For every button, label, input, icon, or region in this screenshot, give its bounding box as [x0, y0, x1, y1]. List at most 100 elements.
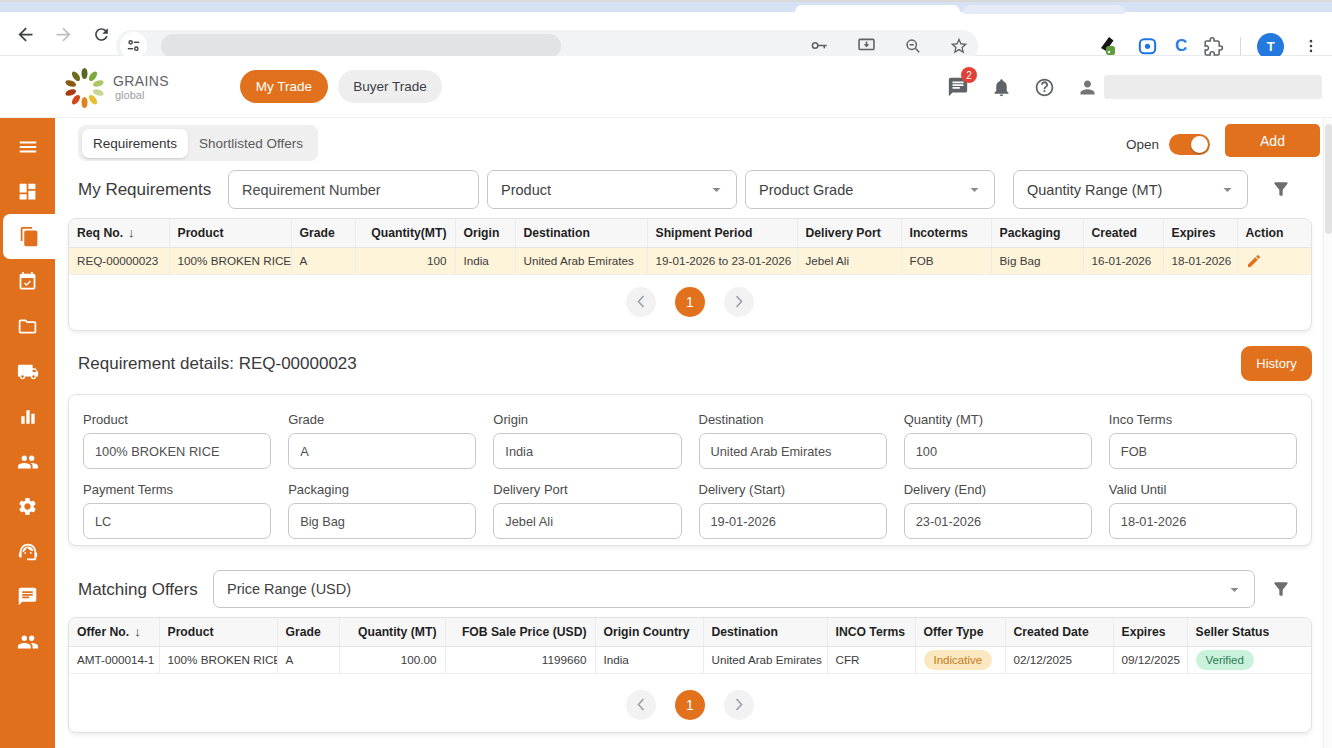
page-1-button[interactable]: 1: [675, 690, 705, 720]
col-packaging[interactable]: Packaging: [991, 219, 1083, 247]
field-delivery-end-value[interactable]: 23-01-2026: [904, 503, 1092, 539]
price-range-filter-select[interactable]: Price Range (USD): [213, 570, 1255, 608]
my-trade-button[interactable]: My Trade: [240, 70, 328, 103]
col-grade[interactable]: Grade: [291, 219, 355, 247]
sidebar-item-chat[interactable]: [0, 574, 55, 619]
open-toggle[interactable]: [1169, 134, 1210, 155]
page-1-button[interactable]: 1: [675, 287, 705, 317]
tab-requirements[interactable]: Requirements: [82, 129, 188, 158]
help-icon[interactable]: [1034, 77, 1055, 98]
sidebar-item-reports[interactable]: [0, 394, 55, 439]
extension-box-icon[interactable]: [1136, 35, 1159, 58]
add-button[interactable]: Add: [1225, 124, 1320, 157]
sidebar-item-shipping[interactable]: [0, 349, 55, 394]
field-inco-terms: Inco TermsFOB: [1109, 412, 1297, 469]
field-valid-until-value[interactable]: 18-01-2026: [1109, 503, 1297, 539]
offers-filter-funnel-icon[interactable]: [1271, 579, 1291, 599]
forward-button[interactable]: [46, 17, 80, 51]
field-quantity-value[interactable]: 100: [904, 433, 1092, 469]
reload-button[interactable]: [84, 17, 118, 51]
user-profile-icon[interactable]: [1077, 77, 1098, 98]
open-toggle-label: Open: [1126, 137, 1159, 152]
tab-shortlisted-offers[interactable]: Shortlisted Offers: [188, 129, 314, 158]
col-product[interactable]: Product: [169, 219, 291, 247]
field-delivery-start-value[interactable]: 19-01-2026: [699, 503, 887, 539]
browser-tab-strip: [0, 0, 1332, 12]
col-origin-country[interactable]: Origin Country: [595, 618, 703, 646]
field-destination-value[interactable]: United Arab Emirates: [699, 433, 887, 469]
col-offer-type[interactable]: Offer Type: [915, 618, 1005, 646]
menu-kebab-icon[interactable]: [1302, 37, 1320, 55]
quantity-range-filter-select[interactable]: Quantity Range (MT): [1013, 170, 1248, 209]
col-created-date[interactable]: Created Date: [1005, 618, 1113, 646]
prev-page-button[interactable]: [626, 690, 656, 720]
col-shipment-period[interactable]: Shipment Period: [647, 219, 797, 247]
field-delivery-start: Delivery (Start)19-01-2026: [699, 482, 887, 539]
field-packaging-value[interactable]: Big Bag: [288, 503, 476, 539]
extensions-puzzle-icon[interactable]: [1203, 36, 1224, 57]
sidebar-item-requirements[interactable]: [3, 214, 55, 259]
col-seller-status[interactable]: Seller Status: [1187, 618, 1312, 646]
install-icon[interactable]: [856, 35, 877, 56]
filter-funnel-icon[interactable]: [1271, 179, 1291, 199]
col-origin[interactable]: Origin: [455, 219, 515, 247]
col-offer-no[interactable]: Offer No.↓: [69, 618, 159, 646]
col-created[interactable]: Created: [1083, 219, 1163, 247]
product-filter-select[interactable]: Product: [487, 170, 737, 209]
col-req-no[interactable]: Req No.↓: [69, 219, 169, 247]
col-inco-terms[interactable]: INCO Terms: [827, 618, 915, 646]
buyer-trade-button[interactable]: Buyer Trade: [338, 70, 442, 103]
sidebar-item-calendar[interactable]: [0, 259, 55, 304]
prev-page-button[interactable]: [626, 287, 656, 317]
notifications-bell-icon[interactable]: [991, 77, 1012, 98]
app-logo[interactable]: GRAINS global: [62, 65, 169, 109]
extension-c-icon[interactable]: C: [1175, 36, 1187, 56]
back-button[interactable]: [8, 17, 42, 51]
col-expires[interactable]: Expires: [1113, 618, 1187, 646]
col-destination[interactable]: Destination: [703, 618, 827, 646]
site-settings-icon[interactable]: [120, 32, 147, 59]
offer-row[interactable]: AMT-000014-1 100% BROKEN RICE A 100.00 1…: [69, 646, 1312, 673]
field-product: Product100% BROKEN RICE: [83, 412, 271, 469]
requirement-number-input[interactable]: [228, 170, 479, 209]
field-origin-value[interactable]: India: [493, 433, 681, 469]
product-grade-filter-select[interactable]: Product Grade: [745, 170, 995, 209]
sidebar-item-support[interactable]: [0, 529, 55, 574]
messages-count-badge: 2: [961, 67, 977, 83]
field-inco-terms-value[interactable]: FOB: [1109, 433, 1297, 469]
bookmark-star-icon[interactable]: [949, 36, 969, 56]
offers-pagination: 1: [69, 690, 1311, 720]
messages-button[interactable]: 2: [947, 76, 969, 98]
edit-action-cell[interactable]: [1237, 247, 1312, 274]
sidebar-item-users[interactable]: [0, 619, 55, 664]
sidebar: [0, 118, 55, 748]
sidebar-item-folder[interactable]: [0, 304, 55, 349]
col-grade[interactable]: Grade: [277, 618, 339, 646]
col-quantity[interactable]: Quantity(MT): [355, 219, 455, 247]
col-delivery-port[interactable]: Delivery Port: [797, 219, 901, 247]
history-button[interactable]: History: [1241, 346, 1312, 381]
field-delivery-port-value[interactable]: Jebel Ali: [493, 503, 681, 539]
requirement-row[interactable]: REQ-00000023 100% BROKEN RICE A 100 Indi…: [69, 247, 1312, 274]
col-product[interactable]: Product: [159, 618, 277, 646]
page-scrollbar[interactable]: [1323, 118, 1332, 748]
sidebar-item-partners[interactable]: [0, 439, 55, 484]
extension-pen-icon[interactable]: [1096, 34, 1120, 58]
col-action[interactable]: Action: [1237, 219, 1312, 247]
next-page-button[interactable]: [724, 690, 754, 720]
zoom-out-icon[interactable]: [903, 36, 923, 56]
col-destination[interactable]: Destination: [515, 219, 647, 247]
field-grade-value[interactable]: A: [288, 433, 476, 469]
col-fob-price[interactable]: FOB Sale Price (USD): [445, 618, 595, 646]
scrollbar-thumb[interactable]: [1325, 124, 1332, 234]
col-incoterms[interactable]: Incoterms: [901, 219, 991, 247]
col-expires[interactable]: Expires: [1163, 219, 1237, 247]
field-product-value[interactable]: 100% BROKEN RICE: [83, 433, 271, 469]
sidebar-menu-toggle[interactable]: [0, 124, 55, 169]
col-quantity[interactable]: Quantity (MT): [339, 618, 445, 646]
sidebar-item-settings[interactable]: [0, 484, 55, 529]
field-payment-terms-value[interactable]: LC: [83, 503, 271, 539]
sidebar-item-dashboard[interactable]: [0, 169, 55, 214]
passwords-key-icon[interactable]: [809, 35, 830, 56]
next-page-button[interactable]: [724, 287, 754, 317]
